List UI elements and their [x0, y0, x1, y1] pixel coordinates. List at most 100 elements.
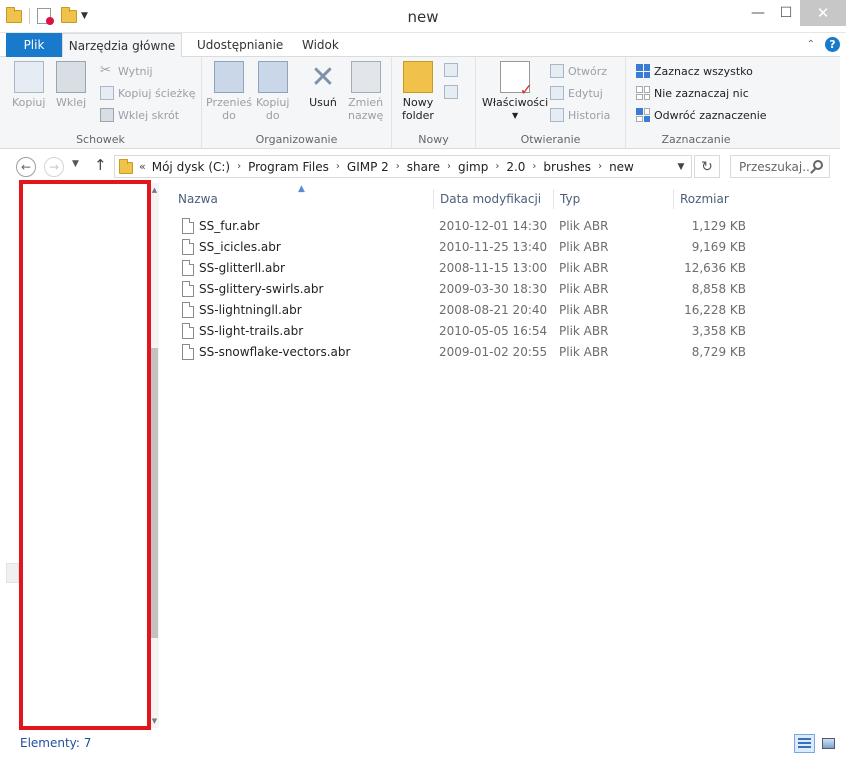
delete-button[interactable]: ✕ Usuń: [308, 61, 338, 109]
scroll-up-icon[interactable]: ▲: [150, 186, 159, 194]
select-none-button[interactable]: Nie zaznaczaj nic: [636, 86, 749, 100]
refresh-button[interactable]: ↻: [694, 155, 720, 178]
easy-access-button[interactable]: [444, 85, 458, 99]
file-name: SS_fur.abr: [199, 219, 260, 233]
file-size: 8,858 KB: [691, 282, 746, 296]
breadcrumb-gimp2[interactable]: GIMP 2: [347, 160, 389, 174]
column-header-name[interactable]: Nazwa: [172, 189, 432, 209]
tab-file[interactable]: Plik: [6, 33, 62, 57]
recent-locations-icon[interactable]: ▼: [72, 159, 79, 169]
group-label-select: Zaznaczanie: [661, 133, 731, 146]
breadcrumb-separator-icon[interactable]: ›: [237, 161, 241, 172]
breadcrumb-drive[interactable]: Mój dysk (C:): [152, 160, 230, 174]
file-type: Plik ABR: [559, 282, 609, 296]
table-row[interactable]: SS_fur.abr 2010-12-01 14:30 Plik ABR 1,1…: [174, 216, 746, 237]
copy-path-label: Kopiuj ścieżkę: [118, 86, 196, 100]
tab-share[interactable]: Udostępnianie: [185, 33, 295, 57]
breadcrumb-separator-icon[interactable]: ›: [495, 161, 499, 172]
large-icons-view-button[interactable]: [819, 734, 838, 753]
file-date: 2010-11-25 13:40: [439, 240, 548, 254]
forward-button[interactable]: →: [44, 157, 64, 177]
new-item-button[interactable]: [444, 63, 458, 77]
file-type: Plik ABR: [559, 303, 609, 317]
edit-button[interactable]: Edytuj: [550, 86, 603, 100]
breadcrumb-program-files[interactable]: Program Files: [248, 160, 329, 174]
tab-view[interactable]: Widok: [290, 33, 351, 57]
breadcrumb-new[interactable]: new: [609, 160, 634, 174]
table-row[interactable]: SS-snowflake-vectors.abr 2009-01-02 20:5…: [174, 342, 746, 363]
properties-label: Właściwości: [482, 96, 549, 109]
invert-selection-button[interactable]: Odwróć zaznaczenie: [636, 108, 767, 122]
select-none-label: Nie zaznaczaj nic: [654, 86, 749, 100]
open-button[interactable]: Otwórz: [550, 64, 607, 78]
breadcrumb-gimp[interactable]: gimp: [458, 160, 488, 174]
chevron-double-left-icon[interactable]: «: [139, 160, 146, 173]
back-button[interactable]: ←: [16, 157, 36, 177]
pane-resize-handle[interactable]: [6, 563, 19, 583]
breadcrumb-brushes[interactable]: brushes: [543, 160, 591, 174]
ribbon-controls: ⌃ ?: [807, 37, 840, 52]
search-icon[interactable]: [813, 160, 823, 170]
file-list: ▲ Nazwa Data modyfikacji Typ Rozmiar SS_…: [160, 182, 846, 730]
column-header-type[interactable]: Typ: [553, 189, 673, 209]
help-icon[interactable]: ?: [825, 37, 840, 52]
title-bar: ▼ new — ☐ ✕: [0, 0, 846, 33]
tab-home[interactable]: Narzędzia główne: [62, 33, 182, 58]
paste-shortcut-button[interactable]: Wklej skrót: [100, 108, 179, 122]
details-view-button[interactable]: [794, 734, 815, 753]
cut-button[interactable]: ✂ Wytnij: [100, 64, 153, 78]
refresh-icon: ↻: [701, 158, 713, 175]
file-icon: [182, 239, 194, 255]
file-icon: [182, 302, 194, 318]
copy-to-button[interactable]: Kopiuj do: [256, 61, 289, 122]
maximize-button[interactable]: ☐: [772, 0, 800, 26]
move-to-button[interactable]: Przenieś do: [206, 61, 252, 122]
file-name: SS_icicles.abr: [199, 240, 281, 254]
column-header-size[interactable]: Rozmiar: [673, 189, 753, 209]
copy-button[interactable]: Kopiuj: [12, 61, 45, 109]
navigation-scrollbar[interactable]: ▲ ▼: [150, 183, 159, 728]
paste-button[interactable]: Wklej: [56, 61, 86, 109]
paste-shortcut-label: Wklej skrót: [118, 108, 180, 122]
select-all-button[interactable]: Zaznacz wszystko: [636, 64, 753, 78]
table-row[interactable]: SS_icicles.abr 2010-11-25 13:40 Plik ABR…: [174, 237, 746, 258]
search-input[interactable]: [739, 159, 809, 174]
search-box[interactable]: [730, 155, 830, 178]
breadcrumb-share[interactable]: share: [407, 160, 440, 174]
close-button[interactable]: ✕: [800, 0, 846, 26]
file-type: Plik ABR: [559, 219, 609, 233]
breadcrumb-separator-icon[interactable]: ›: [336, 161, 340, 172]
minimize-button[interactable]: —: [744, 0, 772, 26]
history-label: Historia: [568, 108, 611, 122]
new-folder-label: Nowy: [402, 96, 434, 109]
breadcrumb-separator-icon[interactable]: ›: [396, 161, 400, 172]
file-name: SS-glitterll.abr: [199, 261, 285, 275]
select-all-label: Zaznacz wszystko: [654, 64, 753, 78]
table-row[interactable]: SS-lightningll.abr 2008-08-21 20:40 Plik…: [174, 300, 746, 321]
scrollbar-thumb[interactable]: [151, 348, 158, 638]
address-dropdown-icon[interactable]: ▼: [671, 156, 691, 177]
history-button[interactable]: Historia: [550, 108, 610, 122]
file-icon: [182, 323, 194, 339]
table-row[interactable]: SS-glittery-swirls.abr 2009-03-30 18:30 …: [174, 279, 746, 300]
breadcrumb-separator-icon[interactable]: ›: [447, 161, 451, 172]
column-header-date[interactable]: Data modyfikacji: [433, 189, 553, 209]
group-clipboard: Kopiuj Wklej ✂ Wytnij Kopiuj ścieżkę Wkl…: [0, 57, 202, 149]
group-open: Właściwości ▼ Otwórz Edytuj Historia Otw…: [476, 57, 626, 149]
breadcrumb-separator-icon[interactable]: ›: [598, 161, 602, 172]
properties-button[interactable]: Właściwości ▼: [482, 61, 548, 122]
up-arrow-icon[interactable]: ↑: [94, 156, 107, 174]
new-folder-button[interactable]: Nowy folder: [402, 61, 434, 122]
table-row[interactable]: SS-glitterll.abr 2008-11-15 13:00 Plik A…: [174, 258, 746, 279]
breadcrumb-version[interactable]: 2.0: [506, 160, 525, 174]
minimize-ribbon-icon[interactable]: ⌃: [807, 39, 815, 50]
dropdown-arrow-icon: ▼: [511, 111, 519, 120]
rename-button[interactable]: Zmień nazwę: [348, 61, 383, 122]
scroll-down-icon[interactable]: ▼: [150, 717, 159, 725]
address-bar[interactable]: « Mój dysk (C:) › Program Files › GIMP 2…: [114, 155, 692, 178]
file-icon: [182, 344, 194, 360]
table-row[interactable]: SS-light-trails.abr 2010-05-05 16:54 Pli…: [174, 321, 746, 342]
breadcrumb-separator-icon[interactable]: ›: [532, 161, 536, 172]
rename-icon: [350, 61, 381, 93]
copy-path-button[interactable]: Kopiuj ścieżkę: [100, 86, 195, 100]
